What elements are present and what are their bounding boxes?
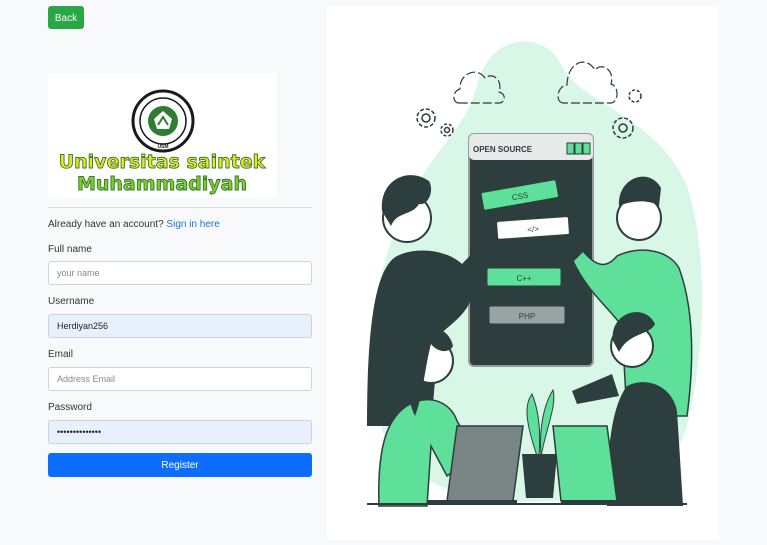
- svg-text:PHP: PHP: [519, 312, 535, 321]
- svg-text:</>: </>: [527, 225, 539, 235]
- email-input[interactable]: [48, 367, 312, 391]
- svg-text:OPEN SOURCE: OPEN SOURCE: [473, 145, 533, 154]
- desk-line: [367, 503, 687, 505]
- username-input[interactable]: [48, 314, 312, 338]
- illustration-panel: OPEN SOURCE CSS </> C++ PHP: [327, 6, 719, 540]
- password-label: Password: [48, 402, 92, 413]
- username-label: Username: [48, 296, 95, 307]
- register-button[interactable]: Register: [48, 453, 312, 477]
- signin-prompt-text: Already have an account?: [48, 219, 164, 230]
- cpp-tag: C++: [486, 267, 562, 287]
- divider: [48, 207, 312, 208]
- full-name-input[interactable]: [48, 261, 312, 285]
- svg-text:USM: USM: [157, 144, 168, 150]
- email-label: Email: [48, 349, 74, 360]
- php-tag: PHP: [488, 305, 566, 325]
- svg-text:Muhammadiyah: Muhammadiyah: [77, 173, 247, 195]
- back-button[interactable]: Back: [48, 6, 84, 29]
- signin-link[interactable]: Sign in here: [166, 219, 219, 230]
- svg-text:Universitas saintek: Universitas saintek: [59, 151, 266, 173]
- full-name-label: Full name: [48, 244, 92, 255]
- university-logo: USM Universitas saintek Muhammadiyah: [48, 73, 277, 197]
- signin-prompt: Already have an account? Sign in here: [48, 219, 220, 230]
- password-input[interactable]: [48, 420, 312, 444]
- emblem-icon: [131, 89, 195, 153]
- svg-text:C++: C++: [516, 274, 531, 283]
